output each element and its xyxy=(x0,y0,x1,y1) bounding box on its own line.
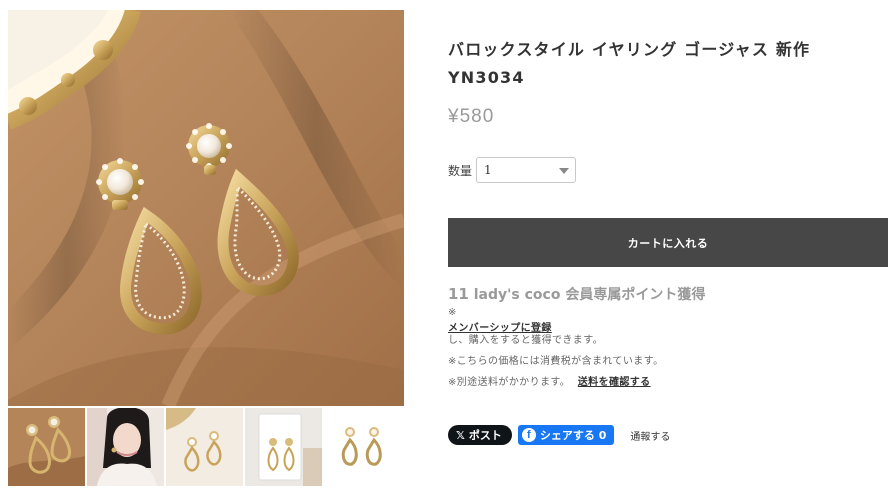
report-link[interactable]: 通報する xyxy=(630,428,670,443)
points-count: 11 xyxy=(448,285,469,303)
membership-note-prefix: ※ xyxy=(448,307,457,318)
share-bar: 𝕏 ポスト f シェアする 0 通報する xyxy=(448,425,670,445)
product-title: バロックスタイル イヤリング ゴージャス 新作 YN3034 xyxy=(448,40,811,87)
x-post-label: ポスト xyxy=(468,429,502,442)
membership-note-suffix: し、購入をすると獲得できます。 xyxy=(448,335,603,346)
shipping-check-link[interactable]: 送料を確認する xyxy=(578,377,651,388)
thumbnail-5[interactable] xyxy=(324,408,401,486)
facebook-logo-icon: f xyxy=(521,428,536,442)
x-logo-icon: 𝕏 xyxy=(456,428,465,442)
quantity-row: 数量 1 xyxy=(448,157,577,183)
member-points: 11 lady's coco 会員専属ポイント獲得 xyxy=(448,284,705,304)
quantity-select[interactable]: 1 xyxy=(476,157,577,183)
thumbnail-strip xyxy=(8,408,404,486)
product-main-image[interactable] xyxy=(8,10,404,406)
thumbnail-2[interactable] xyxy=(87,408,164,486)
quantity-label: 数量 xyxy=(448,163,473,178)
chevron-down-icon xyxy=(559,168,570,174)
tax-note: ※こちらの価格には消費税が含まれています。 xyxy=(448,356,664,367)
shipping-note-text: ※別途送料がかかります。 xyxy=(448,377,571,388)
product-price: ¥580 xyxy=(448,106,495,127)
quantity-value: 1 xyxy=(484,163,492,177)
x-post-button[interactable]: 𝕏 ポスト xyxy=(448,425,512,445)
facebook-share-label: シェアする 0 xyxy=(539,429,607,442)
thumbnail-1[interactable] xyxy=(8,408,85,486)
facebook-share-button[interactable]: f シェアする 0 xyxy=(517,425,615,445)
shipping-note: ※別途送料がかかります。 送料を確認する xyxy=(448,373,651,388)
earrings-photo xyxy=(8,10,404,406)
points-text: lady's coco 会員専属ポイント獲得 xyxy=(473,287,706,303)
add-to-cart-button[interactable]: カートに入れる xyxy=(448,218,888,267)
thumbnail-4[interactable] xyxy=(245,408,322,486)
thumbnail-3[interactable] xyxy=(166,408,243,486)
